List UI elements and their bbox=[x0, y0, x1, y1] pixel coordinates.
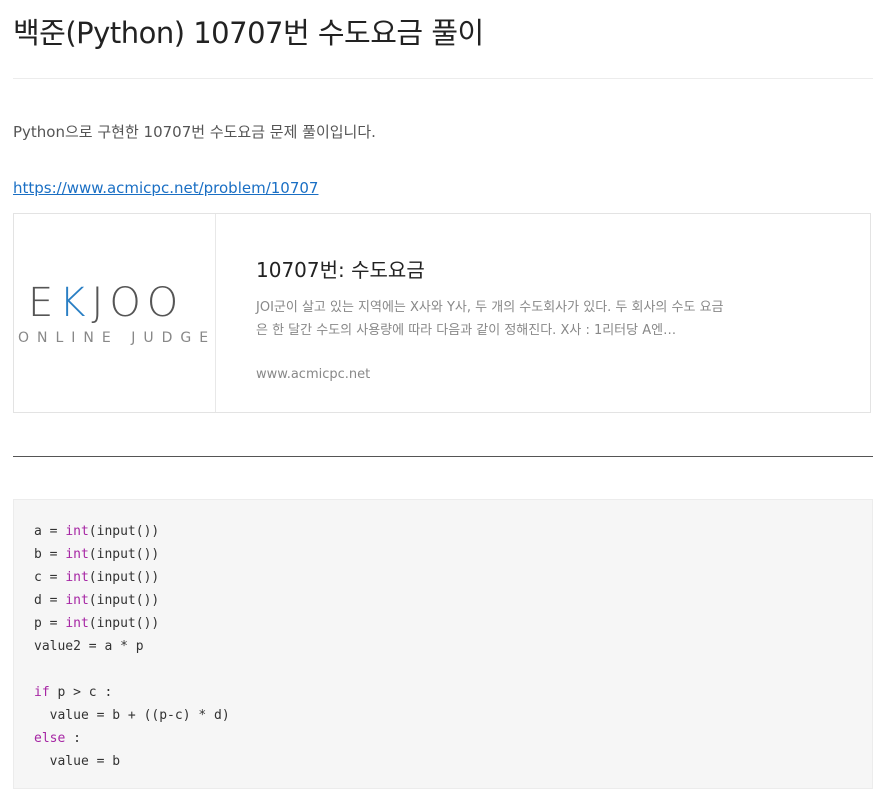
code-text: value2 = a * p bbox=[34, 639, 144, 654]
section-divider bbox=[13, 456, 873, 457]
link-preview-card[interactable]: EKJOO ONLINE JUDGE 10707번: 수도요금 JOI군이 살고… bbox=[13, 213, 871, 413]
preview-description: JOI군이 살고 있는 지역에는 X사와 Y사, 두 개의 수도회사가 있다. … bbox=[256, 300, 724, 338]
code-block: a = int(input()) b = int(input()) c = int(… bbox=[13, 499, 873, 789]
code-text: p = bbox=[34, 616, 66, 631]
code-line: value2 = a * p bbox=[34, 635, 230, 658]
code-keyword: else bbox=[34, 731, 66, 746]
code-text: (input()) bbox=[88, 616, 160, 631]
code-text: : bbox=[65, 731, 81, 746]
code-text: p > c : bbox=[49, 685, 113, 700]
code-line: d = int(input()) bbox=[34, 589, 230, 612]
code-keyword: if bbox=[34, 685, 50, 700]
post-title: 백준(Python) 10707번 수도요금 풀이 bbox=[13, 16, 484, 50]
code-text: (input()) bbox=[88, 547, 160, 562]
code-text: (input()) bbox=[88, 570, 160, 585]
code-keyword: int bbox=[65, 593, 89, 608]
code-text: d = bbox=[34, 593, 66, 608]
code-lines: a = int(input()) b = int(input()) c = int(… bbox=[34, 520, 230, 773]
code-keyword: int bbox=[65, 547, 89, 562]
code-text: b = bbox=[34, 547, 66, 562]
logo-letter-e: E bbox=[28, 280, 60, 326]
code-text: (input()) bbox=[88, 593, 160, 608]
code-line: value = b bbox=[34, 750, 230, 773]
code-text: a = bbox=[34, 524, 66, 539]
code-text: value = b + ((p-c) * d) bbox=[34, 708, 230, 723]
code-line: c = int(input()) bbox=[34, 566, 230, 589]
logo-letter-k: K bbox=[59, 280, 92, 326]
code-line: if p > c : bbox=[34, 681, 230, 704]
code-text: value = b bbox=[34, 754, 121, 769]
code-text: c = bbox=[34, 570, 66, 585]
code-text: (input()) bbox=[88, 524, 160, 539]
title-divider bbox=[13, 78, 873, 79]
code-line: else : bbox=[34, 727, 230, 750]
logo-wordmark: EKJOO bbox=[28, 280, 184, 326]
logo-subtitle: ONLINE JUDGE bbox=[18, 330, 216, 346]
code-line: value = b + ((p-c) * d) bbox=[34, 704, 230, 727]
code-keyword: int bbox=[65, 570, 89, 585]
code-keyword: int bbox=[65, 524, 89, 539]
problem-link[interactable]: https://www.acmicpc.net/problem/10707 bbox=[13, 179, 318, 197]
code-line: a = int(input()) bbox=[34, 520, 230, 543]
code-keyword: int bbox=[65, 616, 89, 631]
preview-domain: www.acmicpc.net bbox=[256, 367, 371, 382]
post-intro: Python으로 구현한 10707번 수도요금 문제 풀이입니다. bbox=[13, 123, 376, 141]
code-line: b = int(input()) bbox=[34, 543, 230, 566]
logo-letters-joo: JOO bbox=[91, 280, 185, 326]
baekjoon-logo[interactable]: EKJOO ONLINE JUDGE bbox=[14, 214, 216, 412]
preview-title[interactable]: 10707번: 수도요금 bbox=[256, 254, 425, 283]
code-line: p = int(input()) bbox=[34, 612, 230, 635]
